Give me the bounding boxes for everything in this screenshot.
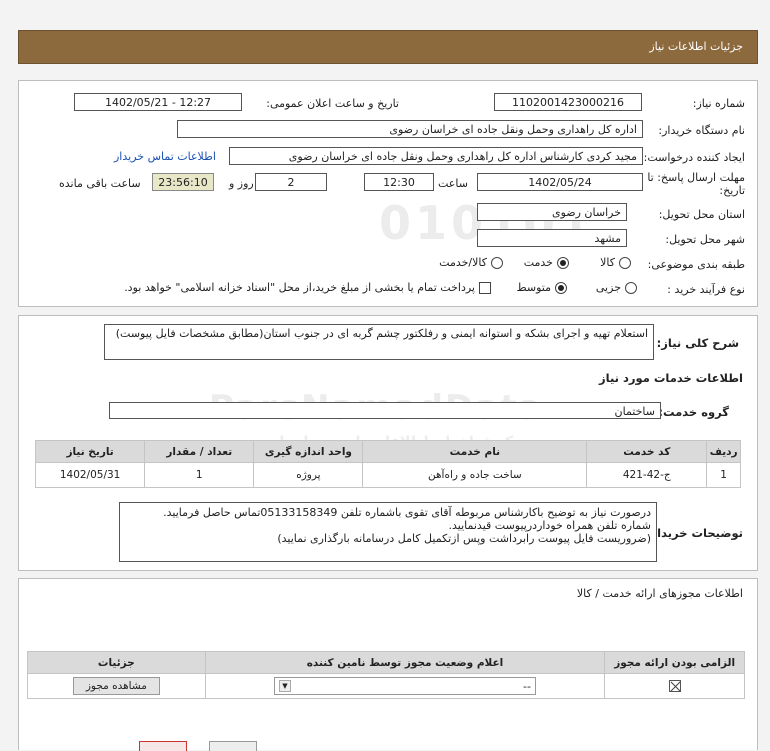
remaining-label: ساعت باقی مانده [59, 177, 141, 190]
services-table: ردیف کد خدمت نام خدمت واحد اندازه گیری ت… [34, 440, 741, 488]
announce-label: تاریخ و ساعت اعلان عمومی: [266, 97, 399, 110]
permits-panel: اطلاعات مجوزهای ارائه خدمت / کالا الزامی… [18, 578, 758, 751]
buyer-contact-link[interactable]: اطلاعات تماس خریدار [114, 150, 216, 163]
need-number-label: شماره نیاز: [692, 97, 745, 110]
cell-service-code: ج-42-421 [586, 462, 708, 488]
permit-status-value: -- [523, 679, 531, 693]
col-unit: واحد اندازه گیری [253, 440, 364, 463]
chevron-down-icon[interactable]: ▼ [278, 680, 291, 692]
buyer-org-field: اداره کل راهداری وحمل ونقل جاده ای خراسا… [177, 120, 643, 138]
cell-permit-status: -- ▼ [204, 673, 606, 699]
col-permit-details: جزئیات [27, 651, 206, 674]
checkbox-icon[interactable] [479, 281, 491, 294]
creator-field: مجید کردی کارشناس اداره کل راهداری وحمل … [229, 147, 643, 165]
payment-treasury-option[interactable]: پرداخت تمام یا بخشی از مبلغ خرید،از محل … [124, 281, 491, 294]
radio-icon[interactable] [619, 256, 631, 269]
table-row: 1 ج-42-421 ساخت جاده و راه‌آهن پروژه 1 1… [34, 462, 741, 488]
province-label: استان محل تحویل: [658, 208, 745, 221]
services-table-header: ردیف کد خدمت نام خدمت واحد اندازه گیری ت… [34, 440, 741, 463]
services-section-title: اطلاعات خدمات مورد نیاز [599, 371, 743, 385]
creator-label: ایجاد کننده درخواست: [643, 151, 745, 164]
category-option-goods-service[interactable]: کالا/خدمت [439, 256, 503, 269]
radio-selected-icon[interactable] [555, 281, 567, 294]
col-row-number: ردیف [706, 440, 741, 463]
col-need-date: تاریخ نیاز [34, 440, 146, 463]
cell-unit: پروژه [253, 462, 364, 488]
col-service-code: کد خدمت [586, 440, 708, 463]
table-row: -- ▼ مشاهده مجوز [27, 673, 745, 699]
col-permit-status: اعلام وضعیت مجوز توسط نامین کننده [204, 651, 606, 674]
process-label: نوع فرآیند خرید : [667, 283, 745, 296]
province-field: خراسان رضوی [477, 203, 627, 221]
cell-quantity: 1 [144, 462, 255, 488]
buyer-org-label: نام دستگاه خریدار: [658, 124, 745, 137]
category-option-service[interactable]: خدمت [524, 256, 569, 269]
details-panel: ParsNamadData مرکز فراخوان اطلاعات پارس … [18, 315, 758, 571]
deadline-time-field: 12:30 [364, 173, 434, 191]
deadline-label: مهلت ارسال پاسخ: تا تاریخ: [647, 171, 745, 197]
checkbox-checked-icon[interactable] [668, 680, 681, 692]
time-label: ساعت [438, 177, 468, 190]
cell-permit-required [604, 673, 745, 699]
buyer-notes-label: توضیحات خریدار: [645, 526, 743, 540]
city-field: مشهد [477, 229, 627, 247]
category-label: طبقه بندی موضوعی: [647, 258, 745, 271]
permits-table: الزامی بودن ارائه مجوز اعلام وضعیت مجوز … [27, 651, 745, 699]
bottom-button-stub-2[interactable] [209, 741, 257, 751]
bottom-button-stub-1[interactable] [139, 741, 187, 751]
buyer-notes-field: درصورت نیاز به توضیح باکارشناس مربوطه آق… [119, 502, 657, 562]
service-group-field: ساختمان [109, 402, 661, 419]
city-label: شهر محل تحویل: [665, 233, 745, 246]
radio-selected-icon[interactable] [557, 256, 569, 269]
radio-icon[interactable] [625, 281, 637, 294]
need-number-field: 1102001423000216 [494, 93, 642, 111]
permit-status-select[interactable]: -- ▼ [273, 677, 536, 695]
cell-permit-details: مشاهده مجوز [27, 673, 206, 699]
page-header: جزئیات اطلاعات نیاز [18, 30, 758, 64]
category-option-goods[interactable]: کالا [600, 256, 631, 269]
announce-datetime-field: 1402/05/21 - 12:27 [74, 93, 242, 111]
service-group-label: گروه خدمت: [658, 405, 729, 419]
description-field: استعلام تهیه و اجرای بشکه و استوانه ایمن… [104, 324, 654, 360]
days-field: 2 [255, 173, 327, 191]
deadline-date-field: 1402/05/24 [477, 173, 643, 191]
col-quantity: تعداد / مقدار [144, 440, 255, 463]
process-option-minor[interactable]: جزیی [596, 281, 637, 294]
col-permit-required: الزامی بودن ارائه مجوز [604, 651, 745, 674]
cell-service-name: ساخت جاده و راه‌آهن [362, 462, 588, 488]
permits-table-header: الزامی بودن ارائه مجوز اعلام وضعیت مجوز … [27, 651, 745, 674]
radio-icon[interactable] [491, 256, 503, 269]
need-info-panel: 010101 شماره نیاز: 1102001423000216 تاری… [18, 80, 758, 307]
cell-need-date: 1402/05/31 [34, 462, 146, 488]
col-service-name: نام خدمت [362, 440, 588, 463]
days-label: روز و [229, 177, 254, 190]
view-permit-button[interactable]: مشاهده مجوز [72, 677, 160, 695]
remaining-time-field: 23:56:10 [152, 173, 214, 191]
permits-section-title: اطلاعات مجوزهای ارائه خدمت / کالا [576, 587, 743, 600]
cell-row-number: 1 [706, 462, 741, 488]
description-label: شرح کلی نیاز: [656, 336, 739, 350]
page-title: جزئیات اطلاعات نیاز [649, 40, 743, 53]
process-option-medium[interactable]: متوسط [516, 281, 567, 294]
